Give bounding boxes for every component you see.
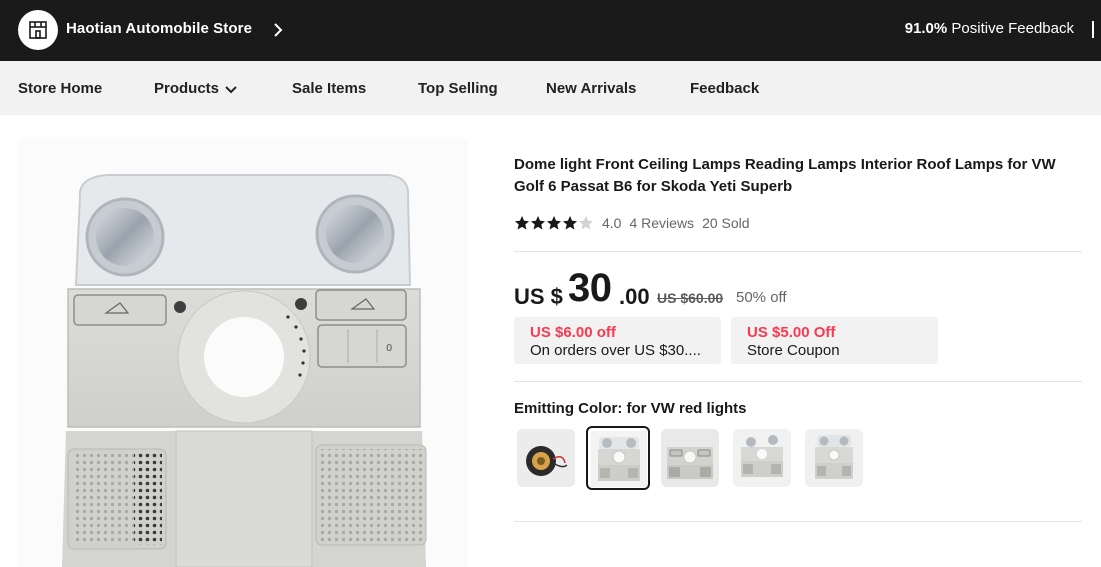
store-header: Haotian Automobile Store 91.0% Positive … [0, 0, 1101, 61]
dome-light-thumbnail [805, 429, 863, 487]
nav-products[interactable]: Products [154, 80, 237, 97]
feedback-value: 91.0% [904, 20, 948, 37]
variant-dome-light-3[interactable] [733, 429, 791, 487]
variant-coil-bulb[interactable] [517, 429, 575, 487]
coupon-title: US $6.00 off [530, 324, 616, 341]
emitting-color-label: Emitting Color: for VW red lights [514, 400, 747, 417]
store-nav: Store Home Products Sale Items Top Selli… [0, 61, 1101, 115]
star-icon [515, 216, 529, 230]
rating-stars[interactable] [514, 215, 594, 231]
discount-percent: 50% off [736, 289, 787, 306]
coupon-subtitle: Store Coupon [747, 342, 840, 359]
divider [514, 251, 1082, 252]
rating-score: 4.0 [602, 215, 622, 231]
chevron-right-icon[interactable] [271, 21, 285, 39]
header-divider [1092, 21, 1094, 38]
price-decimal: .00 [619, 284, 650, 309]
coupon-store[interactable]: US $5.00 Off Store Coupon [731, 317, 938, 364]
nav-new-arrivals[interactable]: New Arrivals [546, 80, 636, 97]
coupon-title: US $5.00 Off [747, 324, 836, 341]
nav-store-home[interactable]: Store Home [18, 80, 102, 97]
star-icon [547, 216, 561, 230]
price-currency: US $ [514, 284, 563, 309]
store-name-link[interactable]: Haotian Automobile Store [66, 20, 252, 37]
dome-light-thumbnail [733, 429, 791, 487]
divider [514, 521, 1082, 522]
nav-products-label: Products [154, 80, 220, 97]
original-price: US $60.00 [657, 290, 724, 306]
coupon-orders-over[interactable]: US $6.00 off On orders over US $30.... [514, 317, 721, 364]
store-logo[interactable] [18, 10, 58, 50]
svg-text:0: 0 [386, 343, 392, 354]
price-integer: 30 [568, 266, 612, 310]
sold-count: 20 Sold [702, 215, 750, 231]
positive-feedback: 91.0% Positive Feedback [905, 20, 1074, 37]
dome-light-thumbnail [661, 429, 719, 487]
nav-sale-items[interactable]: Sale Items [292, 80, 366, 97]
star-icon [531, 216, 545, 230]
coil-bulb-thumbnail [517, 429, 575, 487]
star-icon [563, 216, 577, 230]
storefront-icon [29, 21, 47, 39]
reviews-link[interactable]: 4 Reviews [629, 215, 694, 231]
variant-dome-light-2[interactable] [661, 429, 719, 487]
nav-top-selling[interactable]: Top Selling [418, 80, 498, 97]
variant-dome-light-4[interactable] [805, 429, 863, 487]
product-title: Dome light Front Ceiling Lamps Reading L… [514, 156, 1056, 195]
coupon-subtitle: On orders over US $30.... [530, 342, 701, 359]
divider [514, 381, 1082, 382]
nav-feedback[interactable]: Feedback [690, 80, 759, 97]
star-icon [579, 216, 593, 230]
feedback-label: Positive Feedback [951, 20, 1074, 37]
product-main-image[interactable]: 0 [18, 137, 468, 567]
dome-light-thumbnail [591, 431, 647, 487]
dome-light-image: 0 [18, 137, 468, 567]
rating-row: 4.0 4 Reviews 20 Sold [514, 214, 750, 232]
variant-dome-light-1[interactable] [586, 426, 650, 490]
chevron-down-icon [225, 86, 237, 94]
